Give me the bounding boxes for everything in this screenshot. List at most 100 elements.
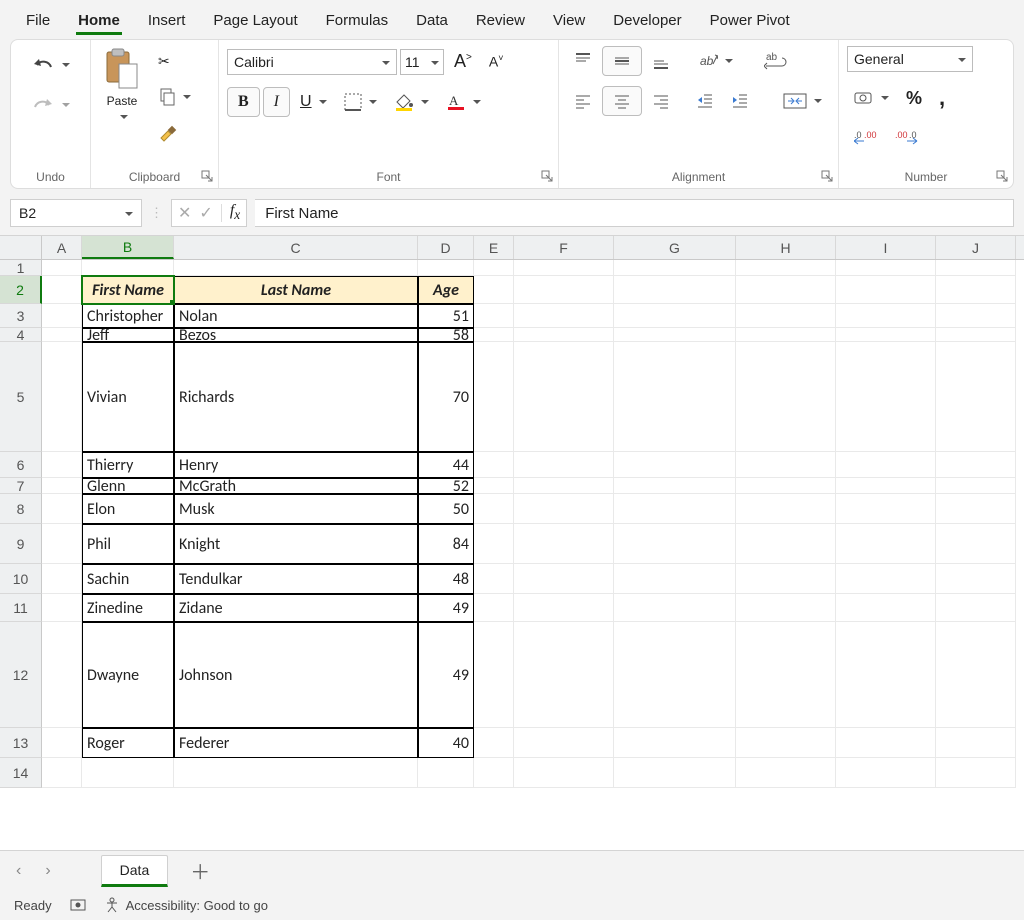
cell-F9[interactable] [514, 524, 614, 564]
cell-C10[interactable]: Tendulkar [174, 564, 418, 594]
cell-J13[interactable] [936, 728, 1016, 758]
cell-C2[interactable]: Last Name [174, 276, 418, 304]
cell-H14[interactable] [736, 758, 836, 788]
cell-A11[interactable] [42, 594, 82, 622]
cell-C14[interactable] [174, 758, 418, 788]
font-color-button[interactable]: A [439, 88, 488, 116]
fx-icon[interactable]: fx [230, 202, 240, 223]
cell-B12[interactable]: Dwayne [82, 622, 174, 728]
tab-insert[interactable]: Insert [134, 6, 200, 35]
cell-G12[interactable] [614, 622, 736, 728]
percent-button[interactable]: % [899, 83, 929, 114]
row-header-4[interactable]: 4 [0, 328, 42, 342]
row-header-11[interactable]: 11 [0, 594, 42, 622]
tab-data[interactable]: Data [402, 6, 462, 35]
cell-H2[interactable] [736, 276, 836, 304]
cell-C12[interactable]: Johnson [174, 622, 418, 728]
cell-I4[interactable] [836, 328, 936, 342]
cell-C11[interactable]: Zidane [174, 594, 418, 622]
cell-I7[interactable] [836, 478, 936, 494]
tab-review[interactable]: Review [462, 6, 539, 35]
tab-page-layout[interactable]: Page Layout [199, 6, 311, 35]
cell-G6[interactable] [614, 452, 736, 478]
col-header-G[interactable]: G [614, 236, 736, 259]
cell-F7[interactable] [514, 478, 614, 494]
cell-G1[interactable] [614, 260, 736, 276]
row-header-10[interactable]: 10 [0, 564, 42, 594]
cell-A13[interactable] [42, 728, 82, 758]
cell-A4[interactable] [42, 328, 82, 342]
cell-J1[interactable] [936, 260, 1016, 276]
cell-H1[interactable] [736, 260, 836, 276]
cell-A2[interactable] [42, 276, 82, 304]
cell-B3[interactable]: Christopher [82, 304, 174, 328]
copy-button[interactable] [151, 83, 198, 111]
row-header-6[interactable]: 6 [0, 452, 42, 478]
cell-D7[interactable]: 52 [418, 478, 474, 494]
cell-I12[interactable] [836, 622, 936, 728]
row-header-14[interactable]: 14 [0, 758, 42, 788]
cell-J12[interactable] [936, 622, 1016, 728]
cell-F8[interactable] [514, 494, 614, 524]
cell-I5[interactable] [836, 342, 936, 452]
cell-E4[interactable] [474, 328, 514, 342]
number-launcher[interactable] [996, 170, 1010, 184]
select-all-corner[interactable] [0, 236, 42, 259]
clipboard-launcher[interactable] [201, 170, 215, 184]
number-format-combo[interactable]: General [847, 46, 973, 72]
cell-J14[interactable] [936, 758, 1016, 788]
cell-E3[interactable] [474, 304, 514, 328]
cell-A14[interactable] [42, 758, 82, 788]
cell-D4[interactable]: 58 [418, 328, 474, 342]
undo-button[interactable] [24, 50, 77, 80]
row-header-1[interactable]: 1 [0, 260, 42, 276]
cell-C1[interactable] [174, 260, 418, 276]
cell-E2[interactable] [474, 276, 514, 304]
align-bottom-button[interactable] [645, 47, 677, 75]
tab-view[interactable]: View [539, 6, 599, 35]
cell-E14[interactable] [474, 758, 514, 788]
cell-B4[interactable]: Jeff [82, 328, 174, 342]
cell-F10[interactable] [514, 564, 614, 594]
tab-home[interactable]: Home [64, 6, 134, 35]
cell-H6[interactable] [736, 452, 836, 478]
cell-A5[interactable] [42, 342, 82, 452]
sheet-nav-prev[interactable]: ‹ [10, 862, 27, 880]
cell-F3[interactable] [514, 304, 614, 328]
cell-I1[interactable] [836, 260, 936, 276]
cell-F5[interactable] [514, 342, 614, 452]
cell-B5[interactable]: Vivian [82, 342, 174, 452]
cell-E13[interactable] [474, 728, 514, 758]
cell-D9[interactable]: 84 [418, 524, 474, 564]
sheet-tab-data[interactable]: Data [101, 855, 169, 887]
col-header-A[interactable]: A [42, 236, 82, 259]
cell-I3[interactable] [836, 304, 936, 328]
align-center-button[interactable] [602, 86, 642, 116]
paste-button[interactable]: Paste [99, 46, 145, 126]
cut-button[interactable]: ✂ [151, 48, 198, 75]
col-header-H[interactable]: H [736, 236, 836, 259]
tab-file[interactable]: File [12, 6, 64, 35]
row-header-12[interactable]: 12 [0, 622, 42, 728]
cell-F13[interactable] [514, 728, 614, 758]
merge-center-button[interactable] [776, 86, 829, 116]
cell-A6[interactable] [42, 452, 82, 478]
increase-indent-button[interactable] [724, 87, 756, 115]
cell-E1[interactable] [474, 260, 514, 276]
alignment-launcher[interactable] [821, 170, 835, 184]
cell-H5[interactable] [736, 342, 836, 452]
cell-A9[interactable] [42, 524, 82, 564]
cell-H12[interactable] [736, 622, 836, 728]
cell-G8[interactable] [614, 494, 736, 524]
cell-D8[interactable]: 50 [418, 494, 474, 524]
cell-F1[interactable] [514, 260, 614, 276]
format-painter-button[interactable] [151, 119, 198, 149]
cell-I9[interactable] [836, 524, 936, 564]
cancel-formula-button[interactable]: ✕ [178, 203, 191, 223]
cell-D11[interactable]: 49 [418, 594, 474, 622]
bold-button[interactable]: B [227, 87, 260, 117]
cell-E10[interactable] [474, 564, 514, 594]
cell-H8[interactable] [736, 494, 836, 524]
cell-C4[interactable]: Bezos [174, 328, 418, 342]
cell-D2[interactable]: Age [418, 276, 474, 304]
